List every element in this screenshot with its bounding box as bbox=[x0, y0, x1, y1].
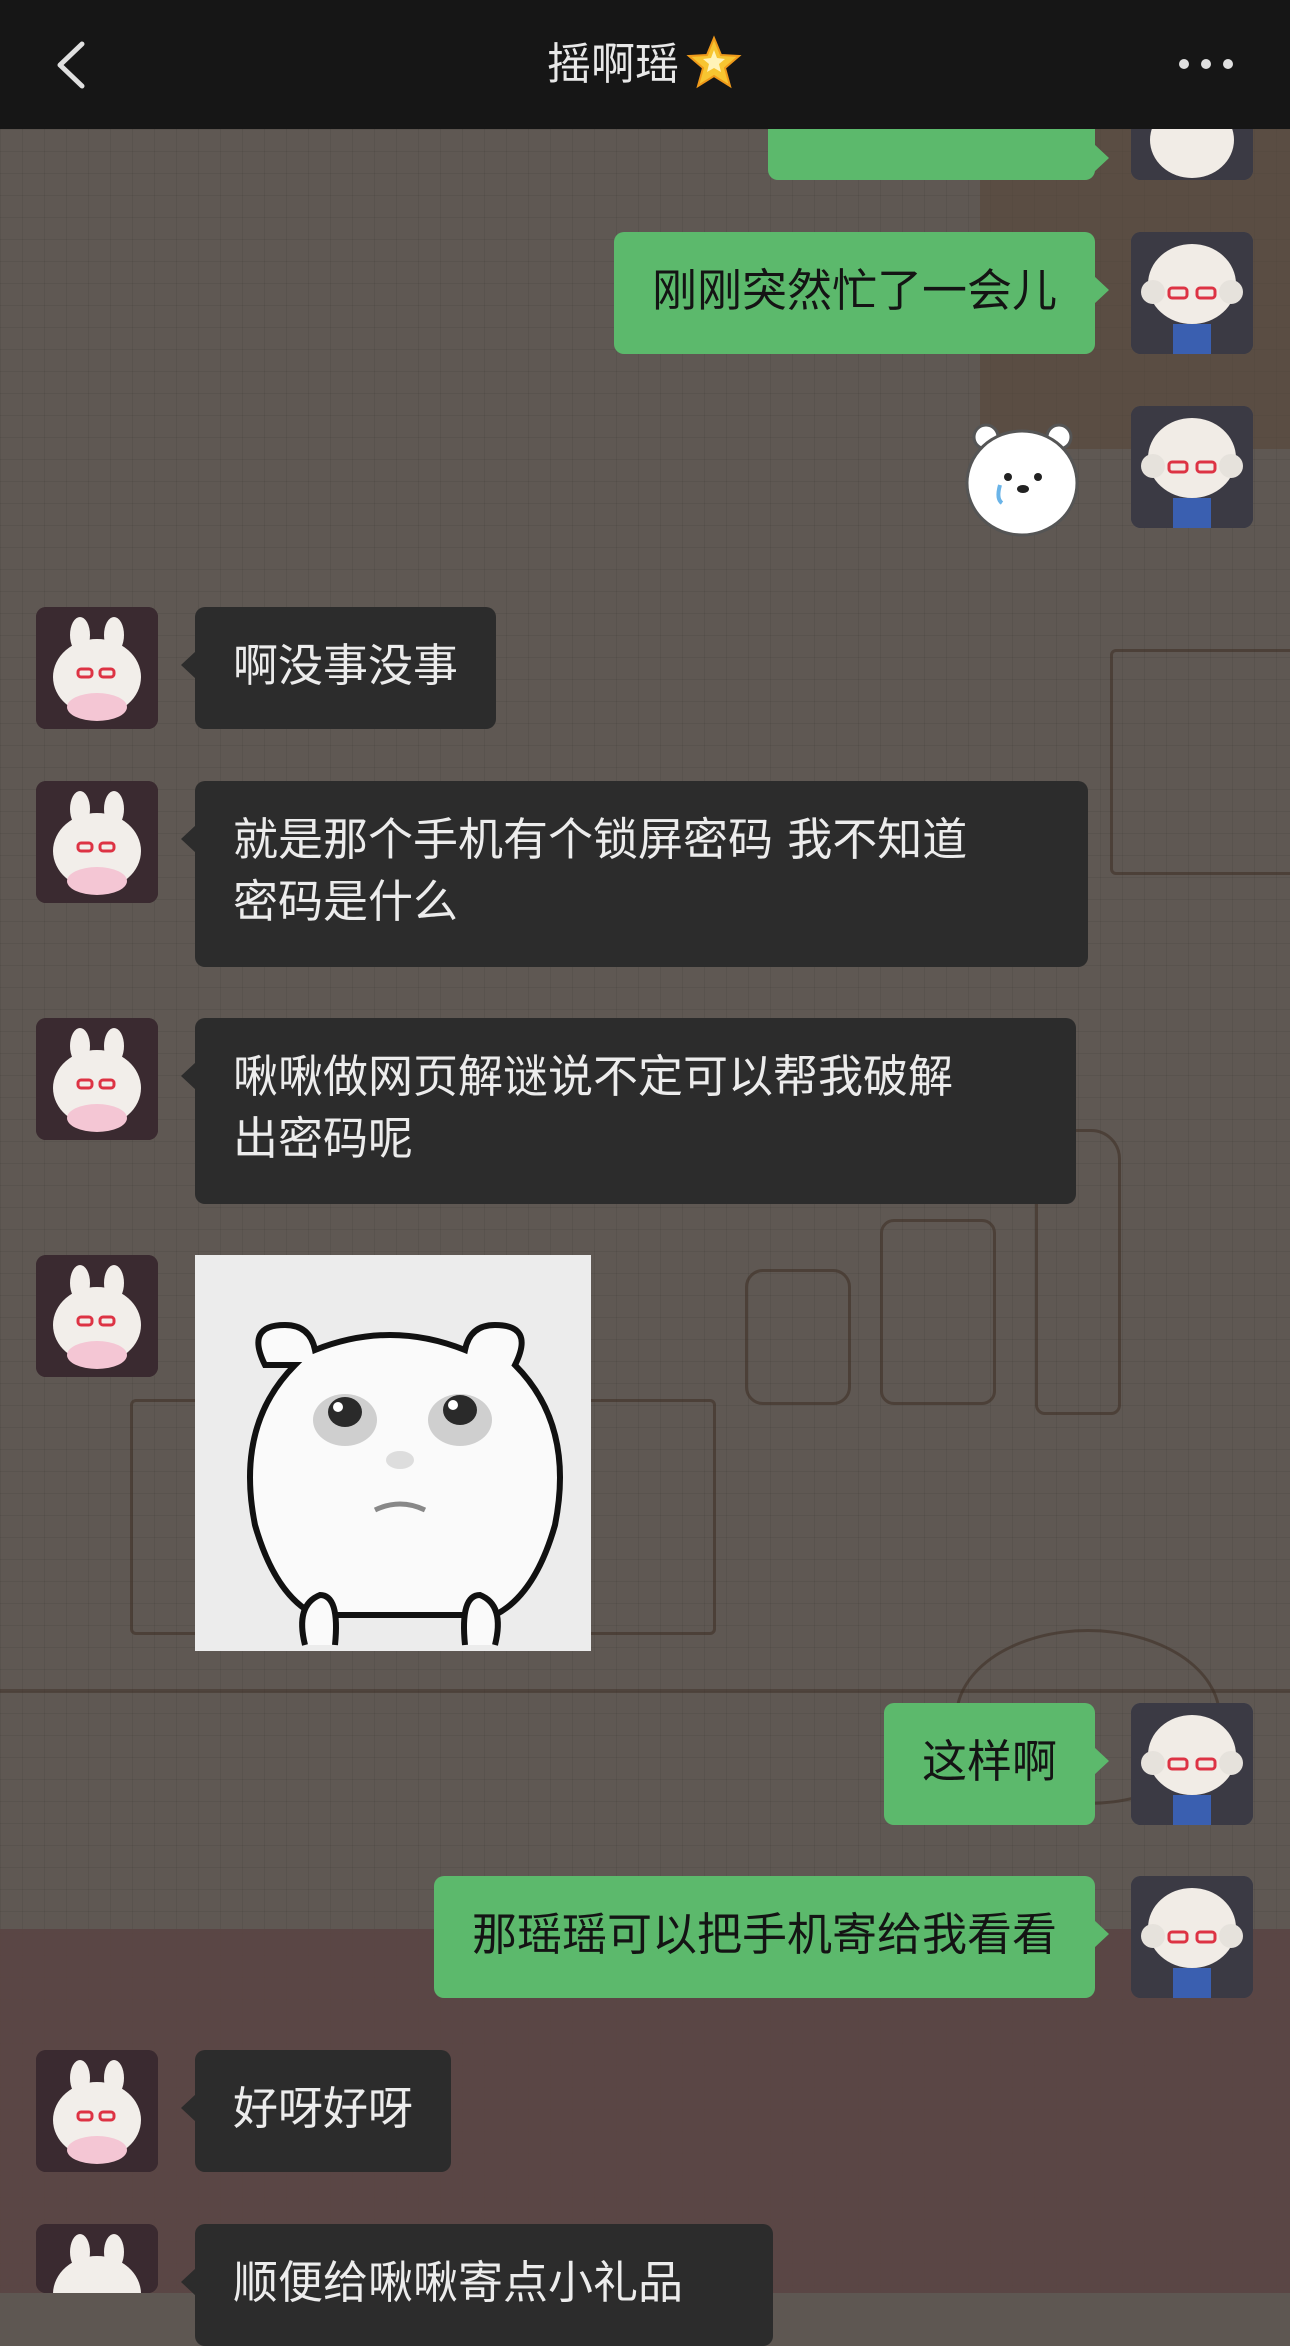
contact-name: 摇啊瑶 bbox=[547, 39, 679, 90]
message-list[interactable]: 刚刚突然忙了一会儿 啊没事没事 就是那个手机有个锁屏密码 我不知道 密码是什么 … bbox=[0, 0, 1290, 2346]
more-dots-icon[interactable] bbox=[1176, 56, 1236, 72]
my-avatar[interactable] bbox=[1131, 232, 1253, 354]
contact-avatar[interactable] bbox=[36, 781, 158, 903]
glowing-star-icon bbox=[686, 35, 742, 89]
message-bubble-sent[interactable]: 那瑶瑶可以把手机寄给我看看 bbox=[433, 1876, 1110, 1998]
chat-title[interactable]: 摇啊瑶 bbox=[0, 0, 1290, 129]
message-bubble-received[interactable]: 顺便给啾啾寄点小礼品 bbox=[181, 2224, 773, 2346]
bear-face-meme-image[interactable] bbox=[195, 1255, 591, 1651]
contact-avatar[interactable] bbox=[36, 607, 158, 729]
contact-avatar[interactable] bbox=[36, 1018, 158, 1140]
white-bear-sticker-icon[interactable] bbox=[960, 415, 1085, 540]
message-bubble-received[interactable]: 啊没事没事 bbox=[180, 607, 497, 729]
message-bubble-received[interactable]: 好呀好呀 bbox=[180, 2050, 452, 2172]
my-avatar[interactable] bbox=[1131, 1703, 1253, 1825]
chat-header: 摇啊瑶 bbox=[0, 0, 1290, 129]
contact-avatar[interactable] bbox=[36, 2224, 158, 2293]
contact-avatar[interactable] bbox=[36, 2050, 158, 2172]
my-avatar[interactable] bbox=[1131, 1876, 1253, 1998]
contact-avatar[interactable] bbox=[36, 1255, 158, 1377]
message-bubble-received[interactable]: 就是那个手机有个锁屏密码 我不知道 密码是什么 bbox=[181, 781, 1088, 967]
my-avatar[interactable] bbox=[1131, 406, 1253, 528]
message-bubble-received[interactable]: 啾啾做网页解谜说不定可以帮我破解 出密码呢 bbox=[181, 1018, 1076, 1204]
message-bubble-sent[interactable]: 刚刚突然忙了一会儿 bbox=[613, 232, 1110, 354]
message-bubble-sent[interactable]: 这样啊 bbox=[883, 1703, 1110, 1825]
